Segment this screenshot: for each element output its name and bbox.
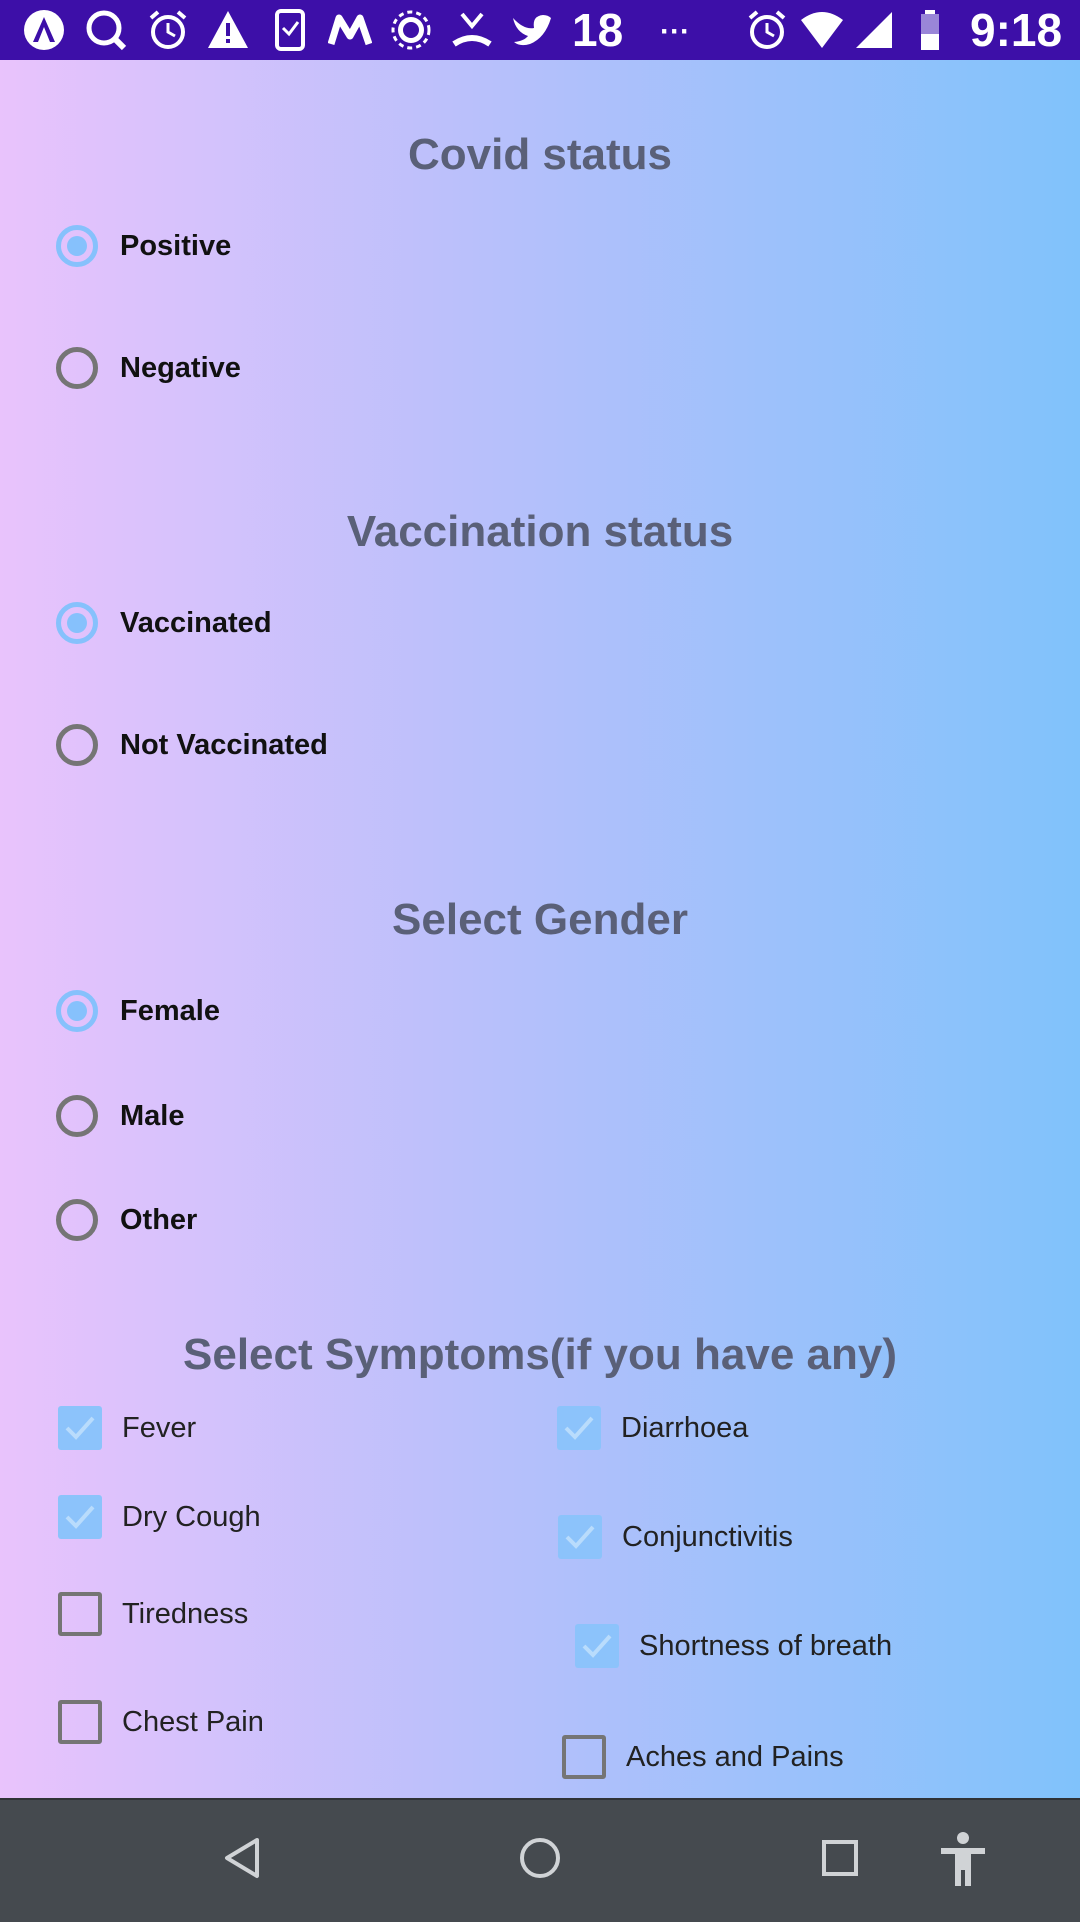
checkbox-label: Diarrhoea <box>621 1411 749 1444</box>
checkbox-checked[interactable] <box>557 1406 601 1450</box>
checkbox-label: Shortness of breath <box>639 1629 893 1662</box>
checkbox-conjunctivitis[interactable]: Conjunctivitis <box>558 1513 793 1561</box>
checkbox-fever[interactable]: Fever <box>58 1404 196 1452</box>
symptoms-title: Select Symptoms(if you have any) <box>183 1330 897 1379</box>
checkbox-shortness-of-breath[interactable]: Shortness of breath <box>575 1622 892 1670</box>
radio-button-checked[interactable] <box>56 602 98 644</box>
search-app-icon <box>86 10 127 51</box>
radio-label: Positive <box>120 229 232 262</box>
radio-other[interactable]: Other <box>56 1192 197 1248</box>
radio-button[interactable] <box>56 1199 98 1241</box>
notification-count: 18 <box>572 4 624 56</box>
radio-button[interactable] <box>56 347 98 389</box>
radio-label: Negative <box>120 351 241 384</box>
checkbox[interactable] <box>58 1592 102 1636</box>
back-icon[interactable] <box>215 1830 271 1886</box>
checkbox-label: Conjunctivitis <box>622 1520 793 1553</box>
radio-button[interactable] <box>56 1095 98 1137</box>
radio-not-vaccinated[interactable]: Not Vaccinated <box>56 717 328 773</box>
alarm-status-icon <box>748 10 786 49</box>
brightness-icon <box>391 10 431 50</box>
radio-label: Male <box>120 1099 185 1132</box>
radio-button-checked[interactable] <box>56 225 98 267</box>
radio-button-checked[interactable] <box>56 990 98 1032</box>
checkbox-label: Chest Pain <box>122 1705 264 1738</box>
warning-icon <box>208 11 248 48</box>
radio-negative[interactable]: Negative <box>56 340 241 396</box>
checkbox-checked[interactable] <box>575 1624 619 1668</box>
checkbox[interactable] <box>562 1735 606 1779</box>
signal-icon <box>856 12 892 48</box>
checkbox-tiredness[interactable]: Tiredness <box>58 1590 248 1638</box>
alarm-icon <box>149 10 187 49</box>
radio-label: Female <box>120 994 220 1027</box>
checkbox-checked[interactable] <box>58 1406 102 1450</box>
checkbox-chest-pain[interactable]: Chest Pain <box>58 1698 264 1746</box>
radio-button[interactable] <box>56 724 98 766</box>
check-icon <box>564 1416 594 1440</box>
twitter-icon <box>513 15 551 46</box>
radio-positive[interactable]: Positive <box>56 218 231 274</box>
checkbox-aches-and-pains[interactable]: Aches and Pains <box>562 1733 844 1781</box>
home-icon[interactable] <box>512 1830 568 1886</box>
check-icon <box>565 1525 595 1549</box>
accessibility-icon[interactable] <box>935 1830 991 1890</box>
app-a-icon <box>24 10 64 50</box>
checkbox-checked[interactable] <box>558 1515 602 1559</box>
radio-label: Not Vaccinated <box>120 728 328 761</box>
check-icon <box>582 1634 612 1658</box>
radio-vaccinated[interactable]: Vaccinated <box>56 595 272 651</box>
check-icon <box>65 1505 95 1529</box>
checkbox-diarrhoea[interactable]: Diarrhoea <box>557 1404 748 1452</box>
wifi-icon <box>801 12 843 48</box>
navigation-bar <box>0 1798 1080 1922</box>
radio-label: Vaccinated <box>120 606 272 639</box>
recents-icon[interactable] <box>812 1830 868 1886</box>
missed-call-icon <box>452 12 492 47</box>
phone-app-icon <box>275 9 305 51</box>
checkbox-dry-cough[interactable]: Dry Cough <box>58 1493 261 1541</box>
checkbox-label: Tiredness <box>122 1597 249 1630</box>
checkbox-label: Aches and Pains <box>626 1740 844 1773</box>
radio-female[interactable]: Female <box>56 983 220 1039</box>
checkbox-label: Dry Cough <box>122 1500 261 1533</box>
radio-male[interactable]: Male <box>56 1088 184 1144</box>
covid-status-title: Covid status <box>407 130 673 179</box>
vaccination-status-title: Vaccination status <box>346 507 734 556</box>
checkbox-label: Fever <box>122 1411 197 1444</box>
checkbox[interactable] <box>58 1700 102 1744</box>
checkbox-checked[interactable] <box>58 1495 102 1539</box>
symptom-form: Covid status Positive Negative Vaccinati… <box>0 60 1080 1798</box>
m-app-icon <box>328 14 372 46</box>
check-icon <box>65 1416 95 1440</box>
gender-title: Select Gender <box>392 895 688 944</box>
battery-icon <box>921 10 939 50</box>
overflow-indicator: ··· <box>660 15 690 48</box>
clock: 9:18 <box>970 4 1063 56</box>
status-bar: 18 ··· 9:18 <box>0 0 1080 60</box>
radio-label: Other <box>120 1203 198 1236</box>
